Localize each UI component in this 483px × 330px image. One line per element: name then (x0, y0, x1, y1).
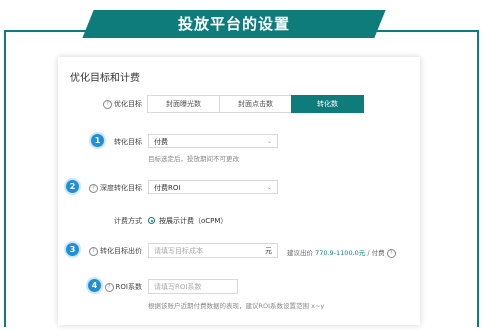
deep-conversion-label: 深度转化目标 (100, 184, 142, 192)
bid-label-wrap: ? 转化目标出价 (82, 246, 142, 256)
help-icon: ? (103, 99, 112, 109)
step-badge-3: 3 (66, 243, 79, 256)
bid-unit: 元 (265, 247, 272, 255)
settings-card: 优化目标和计费 ? 优化目标 封面曝光数 封面点击数 转化数 1 转化目标 付费 … (58, 57, 420, 325)
deep-conversion-value: 付费ROI (154, 184, 181, 192)
chevron-down-icon: ⌄ (266, 138, 272, 145)
tab-cover-impressions[interactable]: 封面曝光数 (147, 95, 220, 113)
billing-option: 按展示计费（oCPM） (159, 217, 228, 225)
tab-cover-clicks[interactable]: 封面点击数 (219, 95, 292, 113)
banner-title: 投放平台的设置 (177, 15, 290, 33)
opt-goal-label: 优化目标 (114, 100, 142, 108)
bid-input[interactable]: 请填写目标成本 元 (148, 243, 278, 258)
deep-conversion-label-wrap: ? 深度转化目标 (82, 183, 142, 193)
billing-radio[interactable] (148, 217, 155, 224)
step-badge-4: 4 (88, 279, 101, 292)
help-icon: ? (89, 246, 98, 256)
bid-placeholder: 请填写目标成本 (154, 247, 203, 255)
conversion-label: 转化目标 (114, 138, 142, 146)
bid-label: 转化目标出价 (100, 247, 142, 255)
conversion-value: 付费 (154, 138, 168, 146)
help-icon[interactable]: ? (386, 248, 396, 258)
roi-input[interactable]: 请填写ROI系数 (148, 279, 238, 294)
suggest-range: 770.9-1100.0元 (315, 249, 366, 257)
conversion-hint: 目标选定后，投放期间不可更改 (148, 155, 239, 163)
suggest-suffix: / 付费 (367, 249, 385, 257)
suggest-prefix: 建议出价 (287, 249, 313, 257)
billing-label: 计费方式 (114, 217, 142, 225)
opt-goal-tabs: 封面曝光数 封面点击数 转化数 (147, 95, 364, 113)
roi-hint: 根据该账户近期付费数据的表现，建议ROI系数设置范围 x~y (148, 302, 325, 310)
help-icon: ? (104, 282, 114, 292)
roi-placeholder: 请填写ROI系数 (154, 283, 202, 291)
deep-conversion-select[interactable]: 付费ROI ⌄ (148, 180, 278, 194)
roi-label-wrap: ? ROI系数 (104, 282, 142, 292)
conversion-select[interactable]: 付费 ⌄ (148, 134, 278, 148)
opt-goal-label-wrap: ? 优化目标 (72, 99, 142, 109)
step-badge-2: 2 (66, 180, 79, 193)
step-badge-1: 1 (91, 134, 104, 147)
tab-conversions[interactable]: 转化数 (291, 95, 364, 113)
roi-label: ROI系数 (115, 283, 142, 291)
section-title: 优化目标和计费 (70, 73, 140, 84)
help-icon: ? (89, 183, 98, 193)
bid-suggestion: 建议出价 770.9-1100.0元 / 付费 ? (287, 247, 398, 258)
chevron-down-icon: ⌄ (266, 184, 272, 191)
